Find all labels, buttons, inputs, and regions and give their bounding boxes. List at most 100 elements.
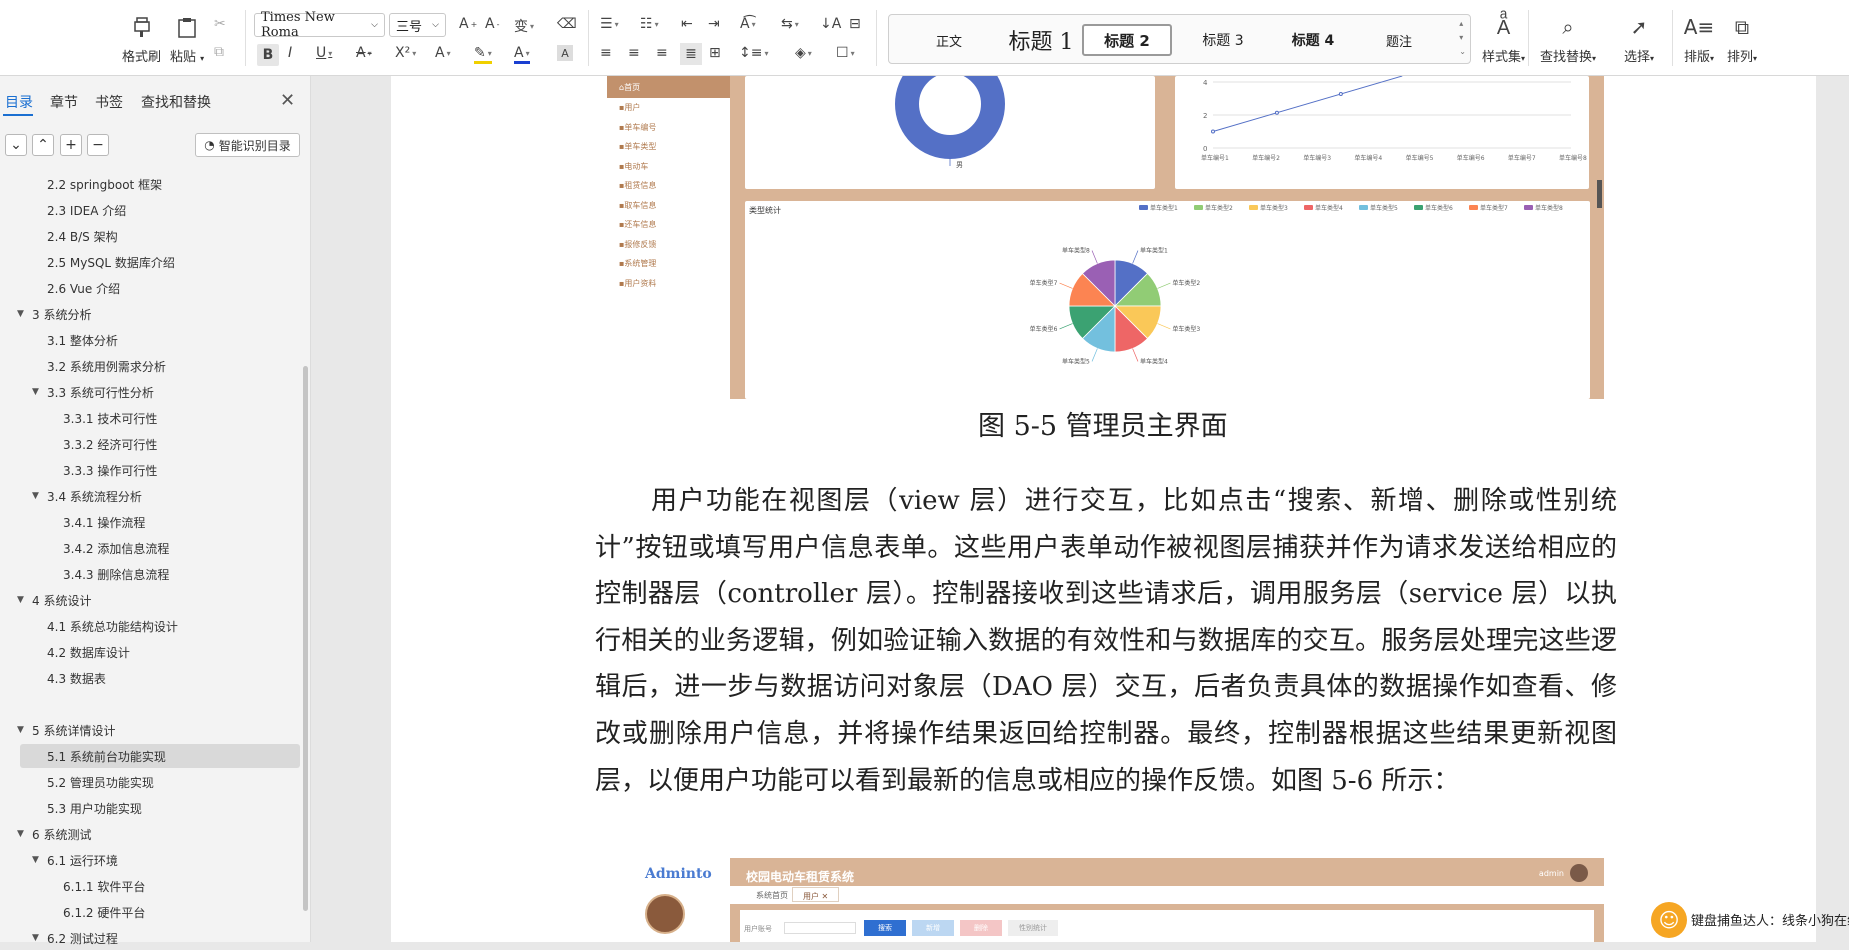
grow-font-icon[interactable]: A + (459, 16, 477, 32)
collapse-all-button[interactable]: ⌄ (5, 134, 27, 156)
format-painter-button[interactable]: 格式刷 (122, 14, 161, 65)
copy-icon[interactable]: ⧉ (214, 44, 224, 60)
style-heading-3[interactable]: 标题 3 (1178, 24, 1268, 56)
toc-item[interactable]: ▼ 6.2 测试过程 (20, 926, 300, 950)
chinese-layout-icon[interactable]: A͡ ▾ (740, 16, 756, 32)
toc-item[interactable]: 5.3 用户功能实现 (20, 796, 300, 820)
style-normal[interactable]: 正文 (913, 24, 985, 56)
font-size-select[interactable]: 三号 ⌵ (389, 13, 446, 37)
bold-icon[interactable]: B (257, 44, 279, 66)
tab-find-replace[interactable]: 查找和替换 (141, 92, 211, 112)
toc-item[interactable]: 5.2 管理员功能实现 (20, 770, 300, 794)
toc-item[interactable]: 6.1.1 软件平台 (20, 874, 300, 898)
toc-item[interactable]: 3.3.3 操作可行性 (20, 458, 300, 482)
toc-item[interactable]: 2.3 IDEA 介绍 (20, 198, 300, 222)
toc-item[interactable]: 2.2 springboot 框架 (20, 172, 300, 196)
toc-item[interactable]: 3.3.2 经济可行性 (20, 432, 300, 456)
toc-item[interactable]: ▼ 3 系统分析 (17, 302, 300, 326)
add-heading-button[interactable]: + (60, 134, 82, 156)
numbered-list-icon[interactable]: ☷ ▾ (640, 16, 659, 32)
phonetic-icon[interactable]: 变 ▾ (514, 16, 534, 36)
toc-item[interactable]: 2.5 MySQL 数据库介绍 (20, 250, 300, 274)
toc-item[interactable]: ▼ 6 系统测试 (17, 822, 300, 846)
toc-item[interactable]: ▼ 3.4 系统流程分析 (20, 484, 300, 508)
toc-item[interactable]: ▼ 4 系统设计 (17, 588, 300, 612)
toc-item[interactable]: 4.1 系统总功能结构设计 (20, 614, 300, 638)
char-shading-icon[interactable]: A (557, 45, 573, 61)
tab-chapters[interactable]: 章节 (50, 92, 78, 112)
paragraph-shading-icon[interactable]: ◈ ▾ (795, 45, 812, 61)
expand-toggle-icon[interactable]: ▼ (32, 491, 39, 501)
bullet-list-icon[interactable]: ☰ ▾ (600, 16, 619, 32)
decrease-indent-icon[interactable]: ⇤ (681, 16, 693, 32)
toc-item[interactable]: 3.4.2 添加信息流程 (20, 536, 300, 560)
layout-button[interactable]: A≡ 排版▾ (1684, 14, 1714, 65)
toc-item[interactable]: 3.3.1 技术可行性 (20, 406, 300, 430)
strikethrough-icon[interactable]: A ▾ (356, 45, 372, 61)
toc-item[interactable]: 2.4 B/S 架构 (20, 224, 300, 248)
toc-item[interactable]: 3.2 系统用例需求分析 (20, 354, 300, 378)
shrink-font-icon[interactable]: A- (485, 16, 499, 32)
align-center-icon[interactable]: ≡ (628, 45, 640, 61)
show-marks-icon[interactable]: ⊟ (849, 16, 861, 32)
expand-toggle-icon[interactable]: ▼ (32, 855, 39, 865)
toc-item[interactable]: 4.2 数据库设计 (20, 640, 300, 664)
toc-item[interactable]: 5.1 系统前台功能实现 (20, 744, 300, 768)
expand-toggle-icon[interactable]: ▼ (32, 387, 39, 397)
italic-icon[interactable]: I (288, 45, 292, 61)
eraser-icon[interactable]: ⌫ (557, 16, 577, 32)
gallery-scroll[interactable]: ▴ ▾ ⌄ (1459, 17, 1466, 59)
toc-item[interactable]: 4.3 数据表 (20, 666, 300, 690)
arrange-button[interactable]: ⧉ 排列▾ (1727, 14, 1757, 65)
text-effect-icon[interactable]: A ▾ (435, 45, 451, 61)
expand-toggle-icon[interactable]: ▼ (17, 725, 24, 735)
style-set-button[interactable]: Aͣ 样式集▾ (1482, 14, 1525, 66)
line-spacing-icon[interactable]: ↕≡ ▾ (739, 45, 768, 61)
select-button[interactable]: ➚ 选择▾ (1624, 14, 1654, 65)
expand-toggle-icon[interactable]: ▼ (17, 595, 24, 605)
x-tick-label: 单车编号5 (1406, 154, 1434, 162)
font-color-icon[interactable]: A ▾ (514, 45, 530, 64)
close-icon[interactable]: ✕ (280, 90, 295, 111)
align-right-icon[interactable]: ≡ (656, 45, 668, 61)
border-icon[interactable]: ☐ ▾ (836, 45, 855, 61)
tab-bookmarks[interactable]: 书签 (95, 92, 123, 112)
legend-label: 单车类型5 (1370, 204, 1398, 212)
justify-icon[interactable]: ≣ (680, 43, 702, 65)
toc-item[interactable]: 3.4.3 删除信息流程 (20, 562, 300, 586)
style-heading-2[interactable]: 标题 2 (1082, 24, 1172, 56)
toc-item[interactable]: ▼ 3.3 系统可行性分析 (20, 380, 300, 404)
distribute-icon[interactable]: ⊞ (709, 45, 721, 61)
style-caption[interactable]: 题注 (1359, 24, 1439, 56)
toc-item[interactable]: 3.4.1 操作流程 (20, 510, 300, 534)
toc-item[interactable]: 2.6 Vue 介绍 (20, 276, 300, 300)
remove-heading-button[interactable]: − (87, 134, 109, 156)
align-left-icon[interactable]: ≡ (600, 45, 612, 61)
toc-item[interactable]: 6.1.2 硬件平台 (20, 900, 300, 924)
expand-toggle-icon[interactable]: ▼ (17, 309, 24, 319)
expand-up-button[interactable]: ⌃ (32, 134, 54, 156)
tab-toc[interactable]: 目录 (5, 92, 33, 112)
notification-widget[interactable]: ☺ 键盘捕鱼达人：线条小狗在线 (1651, 897, 1849, 942)
superscript-icon[interactable]: X² ▾ (395, 45, 416, 61)
smart-toc-button[interactable]: ◔ 智能识别目录 (195, 133, 300, 157)
expand-toggle-icon[interactable]: ▼ (17, 829, 24, 839)
admin-menu-item: ▪ 取车信息 (619, 200, 657, 210)
paste-button[interactable]: 粘贴 ▾ (170, 14, 204, 65)
find-replace-button[interactable]: ⌕ 查找替换▾ (1540, 14, 1596, 65)
toc-item[interactable]: 3.1 整体分析 (20, 328, 300, 352)
toc-item[interactable]: ▼ 6.1 运行环境 (20, 848, 300, 872)
toc-item[interactable]: ▼ 5 系统详情设计 (17, 718, 300, 742)
highlight-icon[interactable]: ✎ ▾ (474, 45, 492, 64)
page-scroll-thumb[interactable] (1597, 180, 1602, 208)
legend-swatch (1139, 205, 1148, 210)
font-name-select[interactable]: Times New Roma ⌵ (254, 10, 385, 40)
toc-scrollbar[interactable] (303, 366, 308, 911)
style-heading-1[interactable]: 标题 1 (991, 24, 1091, 56)
sort-icon[interactable]: ↓A (820, 16, 841, 32)
style-heading-4[interactable]: 标题 4 (1268, 24, 1358, 56)
increase-indent-icon[interactable]: ⇥ (708, 16, 720, 32)
text-direction-icon[interactable]: ⇆ ▾ (781, 16, 799, 32)
cut-icon[interactable]: ✂ (214, 16, 226, 32)
underline-icon[interactable]: U ▾ (316, 45, 332, 61)
